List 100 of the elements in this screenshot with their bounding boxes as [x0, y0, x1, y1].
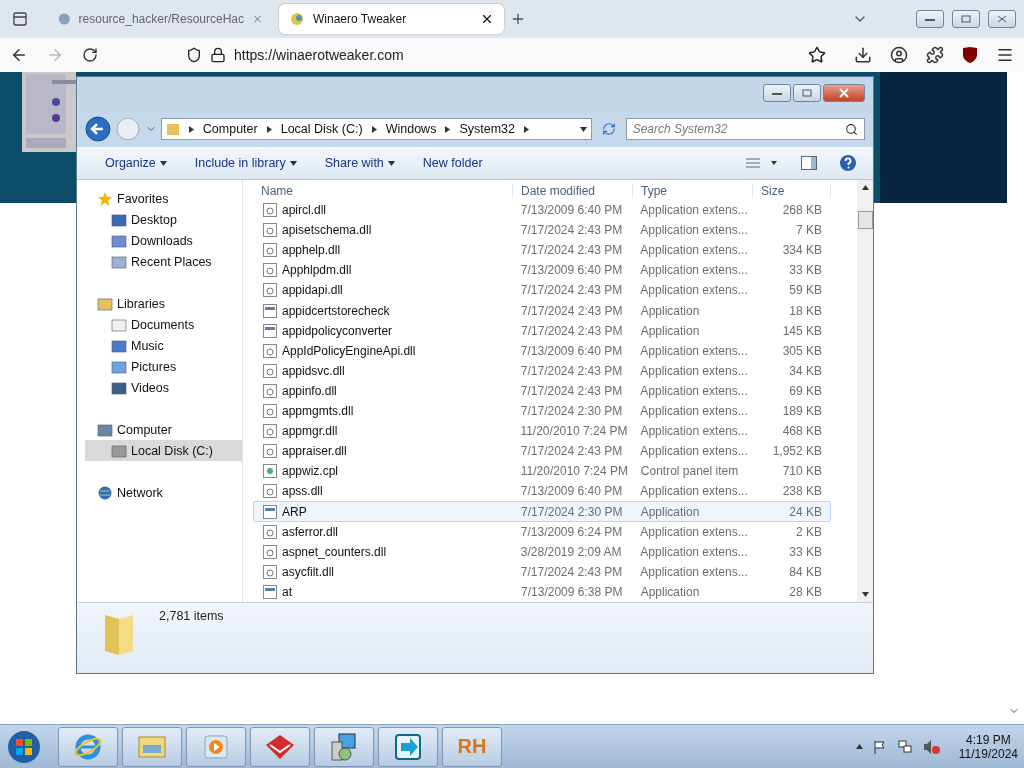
nav-item[interactable]: Pictures	[85, 356, 242, 377]
file-row[interactable]: appidpolicyconverter 7/17/2024 2:43 PM Application 145 KB	[253, 320, 831, 341]
toolbar-button[interactable]: Share with	[312, 156, 407, 170]
extensions-icon[interactable]	[926, 46, 944, 64]
file-row[interactable]: appinfo.dll 7/17/2024 2:43 PM Application extens... 69 KB	[253, 380, 831, 401]
browser-tab[interactable]: resource_hacker/ResourceHac	[48, 4, 273, 34]
back-icon[interactable]	[10, 46, 28, 64]
new-tab-icon[interactable]	[510, 11, 526, 27]
search-field[interactable]: Search System32	[625, 118, 865, 140]
breadcrumb-arrow-icon[interactable]	[370, 125, 378, 133]
file-row[interactable]: appwiz.cpl 11/20/2010 7:24 PM Control panel item 710 KB	[253, 461, 831, 482]
minimize-button[interactable]	[763, 84, 791, 102]
toolbar-button[interactable]: Organize	[93, 156, 179, 170]
date-modified: 7/17/2024 2:43 PM	[520, 243, 623, 258]
breadcrumb-arrow-icon[interactable]	[265, 125, 273, 133]
column-header[interactable]: Date modified	[513, 183, 633, 198]
file-row[interactable]: appmgr.dll 11/20/2010 7:24 PM Application extens... 468 KB	[253, 421, 831, 442]
file-row[interactable]: asferror.dll 7/13/2009 6:24 PM Application extens... 2 KB	[253, 521, 831, 542]
nav-item[interactable]: Favorites	[85, 188, 242, 209]
shield-icon[interactable]	[962, 46, 978, 64]
dropdown-icon[interactable]	[579, 125, 587, 133]
file-row[interactable]: appraiser.dll 7/17/2024 2:43 PM Application extens... 1,952 KB	[253, 441, 831, 462]
file-row[interactable]: apisetschema.dll 7/17/2024 2:43 PM Application extens... 7 KB	[253, 220, 831, 241]
back-icon[interactable]	[85, 116, 111, 142]
column-header[interactable]: Name	[253, 183, 513, 198]
toolbar-button[interactable]: New folder	[410, 156, 495, 170]
breadcrumb-item[interactable]: Windows	[385, 122, 437, 136]
toolbar-button[interactable]: Include in library	[182, 156, 309, 170]
file-row[interactable]: at 7/13/2009 6:38 PM Application 28 KB	[253, 581, 831, 602]
shield-icon[interactable]	[186, 47, 202, 63]
taskbar-button[interactable]	[314, 726, 374, 767]
nav-item[interactable]: Network	[85, 482, 242, 503]
breadcrumb-item[interactable]: System32	[459, 122, 515, 136]
tray-expand-icon[interactable]	[855, 743, 863, 750]
close-button[interactable]	[988, 10, 1016, 28]
file-row[interactable]: AppIdPolicyEngineApi.dll 7/13/2009 6:40 PM Application extens... 305 KB	[253, 340, 831, 361]
taskbar-button[interactable]	[250, 726, 310, 767]
file-row[interactable]: apss.dll 7/13/2009 6:40 PM Application extens... 238 KB	[253, 481, 831, 502]
file-row[interactable]: apphelp.dll 7/17/2024 2:43 PM Application extens... 334 KB	[253, 240, 831, 261]
file-row[interactable]: asycfilt.dll 7/17/2024 2:43 PM Application extens... 84 KB	[253, 561, 831, 582]
refresh-icon[interactable]	[601, 122, 616, 136]
nav-item[interactable]: Videos	[85, 377, 242, 398]
scroll-down-icon[interactable]	[861, 591, 869, 598]
maximize-button[interactable]	[793, 84, 821, 102]
file-icon	[262, 242, 278, 259]
file-name: apphelp.dll	[282, 243, 341, 258]
bookmark-star-icon[interactable]	[808, 46, 826, 64]
scrollbar[interactable]	[857, 180, 873, 602]
column-header[interactable]: Size	[753, 183, 831, 198]
scroll-up-icon[interactable]	[861, 184, 869, 191]
clock[interactable]: 4:19 PM 11/19/2024	[958, 732, 1018, 761]
file-row[interactable]: Apphlpdm.dll 7/13/2009 6:40 PM Application extens... 33 KB	[253, 260, 831, 281]
lock-icon[interactable]	[210, 47, 226, 63]
tab-list-icon[interactable]	[12, 11, 28, 27]
caret-icon[interactable]	[159, 159, 167, 167]
breadcrumb-arrow-icon[interactable]	[187, 125, 195, 133]
file-icon	[262, 342, 278, 359]
network-icon[interactable]	[896, 739, 913, 754]
search-icon[interactable]	[845, 122, 858, 136]
flag-icon[interactable]	[872, 739, 887, 754]
file-type: Application extens...	[640, 263, 748, 278]
help-icon[interactable]	[839, 154, 857, 172]
file-row[interactable]: appidcertstorecheck 7/17/2024 2:43 PM Application 18 KB	[253, 300, 831, 321]
close-button[interactable]	[823, 84, 865, 102]
breadcrumb-item[interactable]: Local Disk (C:)	[280, 122, 363, 136]
nav-item[interactable]: Desktop	[85, 209, 242, 230]
nav-item[interactable]: Downloads	[85, 230, 242, 251]
download-icon[interactable]	[854, 46, 872, 64]
view-options-icon[interactable]	[745, 156, 779, 170]
reload-icon[interactable]	[82, 47, 98, 63]
nav-item[interactable]: Libraries	[85, 293, 242, 314]
nav-item[interactable]: Documents	[85, 314, 242, 335]
minimize-button[interactable]	[916, 10, 944, 28]
scroll-thumb[interactable]	[857, 211, 873, 229]
menu-icon[interactable]	[996, 46, 1014, 64]
caret-icon[interactable]	[387, 159, 395, 167]
breadcrumb-item[interactable]: Computer	[202, 122, 258, 136]
nav-item[interactable]: Recent Places	[85, 251, 242, 272]
preview-pane-icon[interactable]	[801, 156, 817, 170]
column-header[interactable]: Type	[633, 183, 753, 198]
taskbar-button[interactable]	[58, 726, 118, 767]
file-row[interactable]: ARP 7/17/2024 2:30 PM Application 24 KB	[253, 501, 831, 522]
file-row[interactable]: appmgmts.dll 7/17/2024 2:30 PM Application extens... 189 KB	[253, 401, 831, 422]
breadcrumb-arrow-icon[interactable]	[444, 125, 452, 133]
breadcrumb-arrow-icon[interactable]	[523, 125, 530, 133]
close-icon[interactable]	[480, 12, 494, 26]
caret-icon[interactable]	[289, 159, 297, 167]
file-row[interactable]: appidapi.dll 7/17/2024 2:43 PM Application extens... 59 KB	[253, 280, 831, 301]
file-row[interactable]: appidsvc.dll 7/17/2024 2:43 PM Application extens... 34 KB	[253, 360, 831, 381]
address-bar[interactable]: Computer Local Disk (C:) Windows System32	[160, 118, 592, 140]
nav-item[interactable]: Music	[85, 335, 242, 356]
nav-item[interactable]: Computer	[85, 419, 242, 440]
account-icon[interactable]	[890, 46, 908, 64]
file-row[interactable]: aspnet_counters.dll 3/28/2019 2:09 AM Application extens... 33 KB	[253, 541, 831, 562]
muted-speaker-icon[interactable]	[922, 738, 941, 755]
taskbar-button[interactable]	[378, 726, 438, 767]
file-row[interactable]: apircl.dll 7/13/2009 6:40 PM Application extens... 268 KB	[253, 200, 831, 221]
browser-tab[interactable]: Winaero Tweaker	[279, 4, 504, 34]
restore-button[interactable]	[952, 10, 980, 28]
nav-item[interactable]: Local Disk (C:)	[85, 440, 242, 461]
